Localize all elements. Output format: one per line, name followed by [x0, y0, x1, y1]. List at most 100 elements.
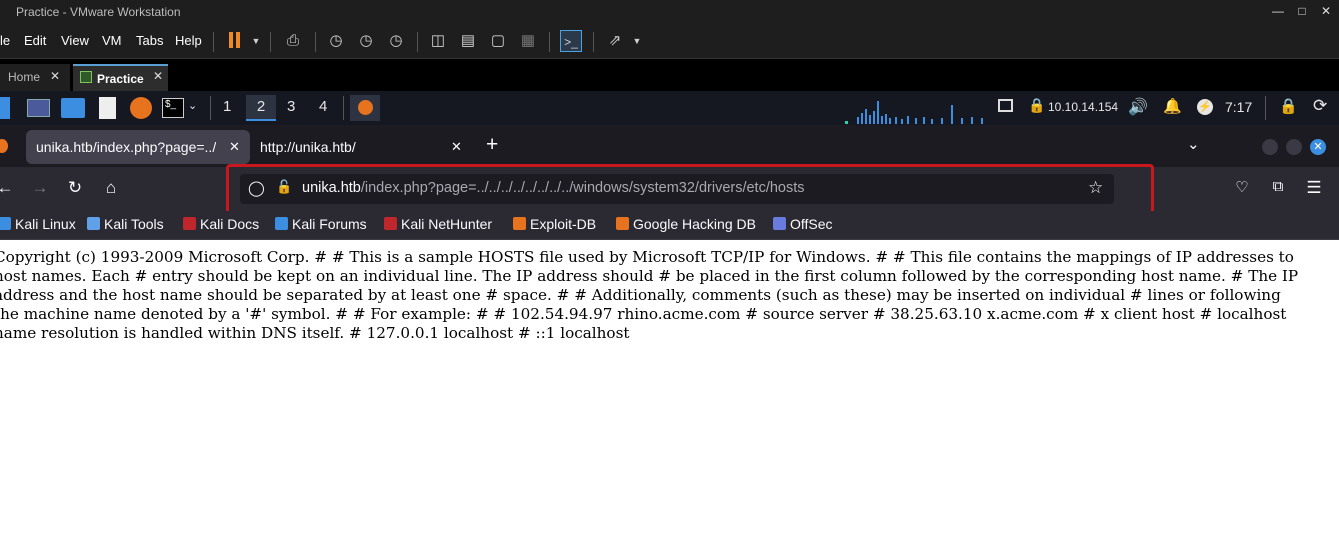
reload-icon[interactable]: ↻: [64, 178, 86, 198]
ghdb-icon: [616, 217, 629, 230]
stretch-icon[interactable]: ⇗: [604, 30, 626, 52]
snapshot-icon[interactable]: ◷: [325, 30, 347, 52]
nethunter-icon: [384, 217, 397, 230]
pause-icon[interactable]: [223, 30, 245, 52]
bookmark-label: Kali Forums: [292, 216, 367, 232]
close-tab-icon[interactable]: ✕: [229, 139, 240, 155]
close-icon[interactable]: ✕: [153, 69, 163, 83]
logout-icon[interactable]: ⟳: [1313, 96, 1327, 116]
workspace-3[interactable]: 3: [287, 98, 295, 115]
console-view-icon[interactable]: >_: [560, 30, 582, 52]
text-editor-icon[interactable]: [99, 97, 116, 119]
offsec-icon: [773, 217, 786, 230]
chevron-down-icon[interactable]: ▼: [245, 30, 267, 52]
back-icon[interactable]: ←: [0, 178, 16, 198]
panel-divider: [343, 96, 344, 120]
revert-snapshot-icon[interactable]: ◷: [355, 30, 377, 52]
unity-icon[interactable]: ▦: [517, 30, 539, 52]
bookmark-label: Kali Tools: [104, 216, 164, 232]
bookmark-label: Kali Docs: [200, 216, 260, 232]
chevron-down-icon[interactable]: ▼: [626, 30, 648, 52]
bookmark-label: Kali Linux: [15, 216, 76, 232]
toolbar-divider: [213, 32, 214, 52]
notification-bell-icon[interactable]: 🔔: [1163, 97, 1182, 115]
fullscreen-icon[interactable]: ▢: [487, 30, 509, 52]
forward-icon[interactable]: →: [29, 178, 51, 198]
vmware-menubar: le Edit View VM Tabs Help ▼ ⎙ ◷ ◷ ◷ ◫ ▤ …: [0, 24, 1339, 59]
volume-icon[interactable]: 🔊: [1128, 97, 1148, 117]
thumbnail-bar-icon[interactable]: ▤: [457, 30, 479, 52]
menu-edit[interactable]: Edit: [24, 33, 46, 48]
home-icon[interactable]: ⌂: [100, 178, 122, 198]
toolbar-divider: [270, 32, 271, 52]
workspace-1[interactable]: 1: [223, 98, 231, 115]
file-manager-icon[interactable]: [61, 98, 85, 118]
kali-tools-icon: [87, 217, 100, 230]
terminal-icon[interactable]: $_: [162, 98, 184, 118]
hosts-file-text: Copyright (c) 1993-2009 Microsoft Corp. …: [0, 248, 1299, 342]
send-keys-icon[interactable]: ⎙: [282, 30, 304, 52]
menu-file[interactable]: le: [0, 33, 10, 48]
menu-tabs[interactable]: Tabs: [136, 33, 163, 48]
firefox-tabbar: unika.htb/index.php?page=../ ✕ http://un…: [0, 125, 1339, 167]
kali-menu-icon[interactable]: [0, 97, 10, 119]
toolbar-divider: [417, 32, 418, 52]
close-tab-icon[interactable]: ✕: [451, 139, 462, 155]
tab-title: http://unika.htb/: [260, 139, 356, 155]
bookmark-kali-linux[interactable]: Kali Linux: [0, 216, 76, 232]
firefox-icon: [0, 139, 8, 153]
extensions-icon[interactable]: ⧉: [1267, 178, 1289, 195]
toolbar-divider: [593, 32, 594, 52]
kali-icon: [0, 217, 11, 230]
vmware-titlebar: Practice - VMware Workstation — □ ✕: [0, 0, 1339, 24]
toolbar-divider: [549, 32, 550, 52]
vm-running-icon: [80, 71, 92, 83]
snapshot-manager-icon[interactable]: ◷: [385, 30, 407, 52]
bookmark-label: Google Hacking DB: [633, 216, 756, 232]
power-icon[interactable]: ⚡: [1197, 99, 1213, 115]
bookmark-label: Exploit-DB: [530, 216, 597, 232]
bookmark-label: Kali NetHunter: [401, 216, 493, 232]
bookmark-kali-forums[interactable]: Kali Forums: [275, 216, 367, 232]
workspace-switcher-icon[interactable]: [998, 99, 1013, 112]
workspace-4[interactable]: 4: [319, 98, 327, 115]
chevron-down-icon[interactable]: ⌄: [188, 99, 197, 112]
menu-hamburger-icon[interactable]: ☰: [1303, 178, 1325, 198]
lock-screen-icon[interactable]: 🔒: [1279, 97, 1298, 115]
bookmark-kali-tools[interactable]: Kali Tools: [87, 216, 164, 232]
close-icon[interactable]: ✕: [1310, 139, 1326, 155]
bookmark-exploit-db[interactable]: Exploit-DB: [513, 216, 596, 232]
menu-help[interactable]: Help: [175, 33, 202, 48]
list-tabs-chevron-icon[interactable]: ⌄: [1187, 135, 1200, 153]
menu-view[interactable]: View: [61, 33, 89, 48]
menu-vm[interactable]: VM: [102, 33, 122, 48]
bookmark-google-hacking-db[interactable]: Google Hacking DB: [616, 216, 756, 232]
vm-tab-strip: Home ✕ Practice ✕: [0, 59, 1339, 91]
browser-tab[interactable]: http://unika.htb/: [250, 130, 472, 164]
clock: 7:17: [1225, 99, 1253, 115]
browser-tab-active[interactable]: unika.htb/index.php?page=../: [26, 130, 250, 164]
bookmark-kali-docs[interactable]: Kali Docs: [183, 216, 259, 232]
taskbar-firefox-window[interactable]: [350, 95, 380, 121]
maximize-icon[interactable]: [1286, 139, 1302, 155]
sidebar-toggle-icon[interactable]: ◫: [427, 30, 449, 52]
maximize-icon[interactable]: □: [1292, 4, 1312, 18]
close-icon[interactable]: ✕: [1316, 4, 1336, 18]
firefox-icon[interactable]: [130, 97, 152, 119]
kali-docs-icon: [183, 217, 196, 230]
network-graph: [845, 101, 983, 124]
panel-divider: [1265, 96, 1266, 120]
bookmark-offsec[interactable]: OffSec: [773, 216, 833, 232]
close-icon[interactable]: ✕: [50, 69, 60, 83]
minimize-icon[interactable]: —: [1268, 4, 1288, 18]
workspace-2[interactable]: 2: [246, 95, 276, 121]
new-tab-icon[interactable]: +: [486, 133, 498, 157]
minimize-icon[interactable]: [1262, 139, 1278, 155]
bookmark-kali-nethunter[interactable]: Kali NetHunter: [384, 216, 492, 232]
panel-divider: [210, 96, 211, 120]
pocket-icon[interactable]: ♡: [1231, 178, 1253, 196]
show-desktop-icon[interactable]: [27, 99, 50, 117]
url-highlight-box: [226, 164, 1154, 215]
tab-home-label: Home: [8, 70, 41, 84]
exploit-db-icon: [513, 217, 526, 230]
